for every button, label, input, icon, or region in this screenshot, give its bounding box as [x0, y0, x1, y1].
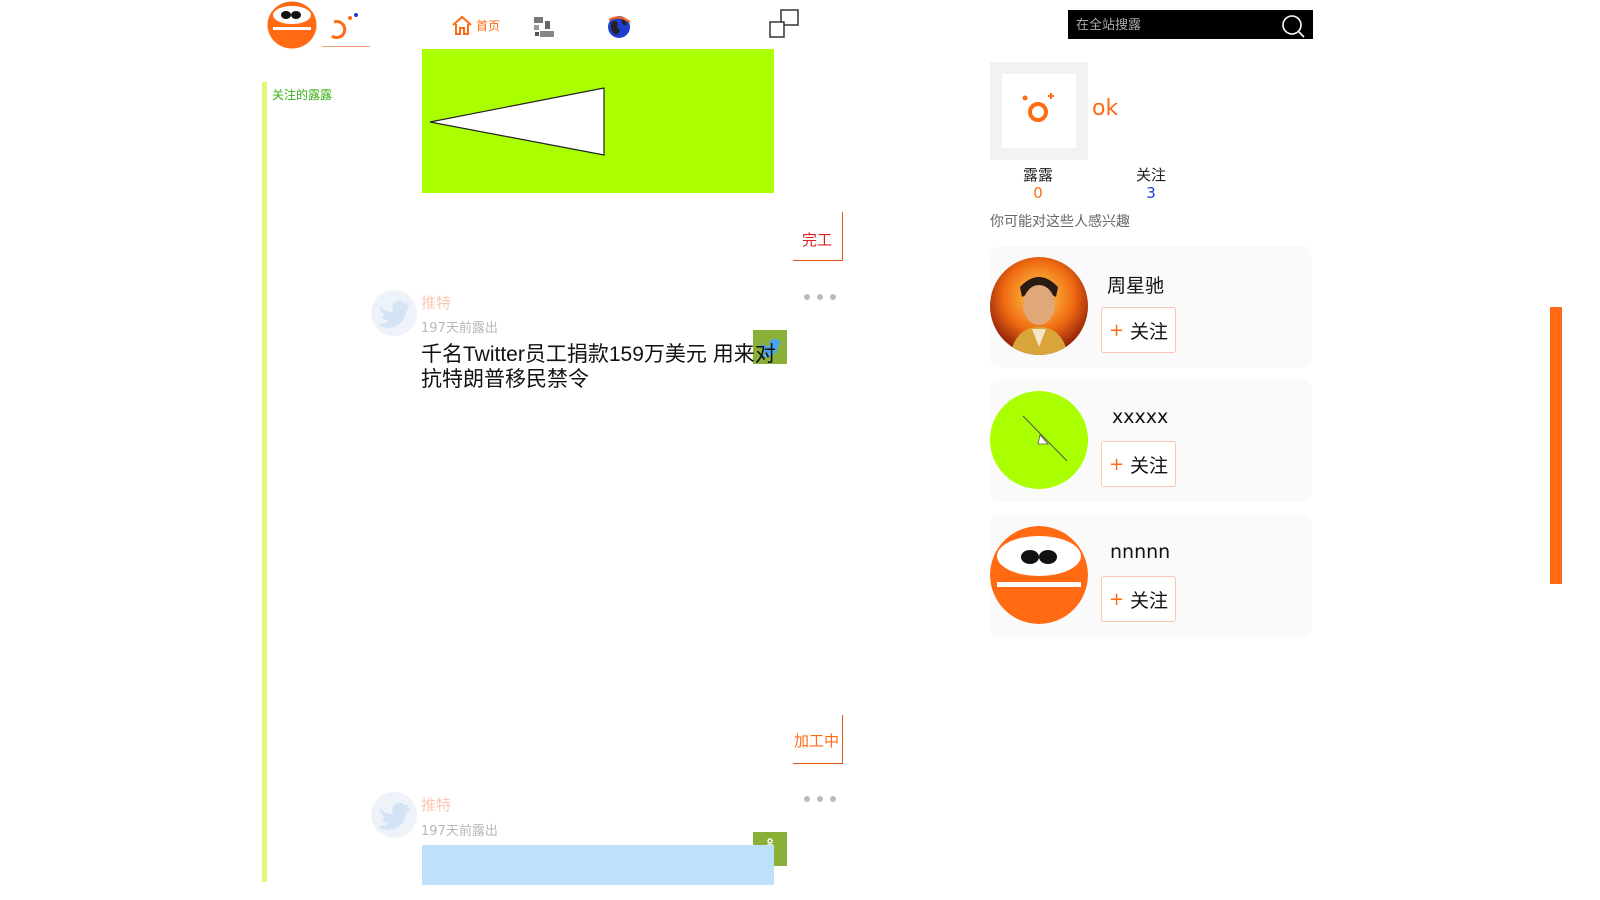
post-image[interactable]	[422, 49, 774, 193]
status-tag-done[interactable]: 完工	[793, 212, 843, 261]
post-time: 197天前露出	[421, 824, 498, 839]
suggestion-name[interactable]: 周星驰	[1107, 271, 1164, 298]
follow-button[interactable]: + 关注	[1101, 576, 1176, 622]
nav-home[interactable]: 首页	[451, 14, 500, 36]
site-logo[interactable]	[267, 1, 317, 49]
status-tag-done-label: 完工	[802, 231, 833, 249]
author-avatar[interactable]	[371, 290, 417, 336]
suggestion-card: 周星驰 + 关注	[990, 246, 1312, 368]
profile-name[interactable]: ok	[1092, 96, 1118, 121]
photo-avatar[interactable]	[990, 257, 1088, 355]
follow-button-label: 关注	[1130, 320, 1169, 343]
status-tag-processing-label: 加工中	[794, 732, 840, 750]
stat-posts[interactable]: 露露 0	[1008, 164, 1068, 201]
twitter-bird-icon	[378, 300, 410, 328]
stat-following[interactable]: 关注 3	[1121, 164, 1181, 201]
search-icon[interactable]	[1281, 14, 1305, 38]
scrollbar-thumb[interactable]	[1550, 307, 1562, 584]
author-avatar[interactable]	[371, 792, 417, 838]
sidebar-rail	[262, 82, 267, 882]
post-time: 197天前露出	[421, 321, 498, 336]
plus-icon: +	[1108, 588, 1125, 610]
twitter-bird-icon	[378, 802, 410, 830]
post-title[interactable]: 千名Twitter员工捐款159万美元 用来对抗特朗普移民禁令	[421, 342, 781, 392]
brand-mark-icon	[1022, 93, 1054, 122]
post-image[interactable]	[422, 845, 774, 885]
suggestion-card: nnnnn + 关注	[990, 515, 1312, 637]
suggestion-card: xxxxx + 关注	[990, 380, 1312, 502]
stat-value: 0	[1033, 184, 1043, 202]
home-icon	[452, 15, 472, 35]
orange-face-avatar[interactable]	[990, 526, 1088, 624]
globe-icon[interactable]	[606, 14, 632, 40]
nav-home-label: 首页	[476, 18, 501, 33]
search-bar	[1068, 10, 1313, 39]
apps-grid-icon[interactable]	[533, 16, 555, 38]
sidebar-item-followed[interactable]: 关注的露露	[272, 86, 332, 103]
post-author[interactable]: 推特	[421, 794, 451, 815]
post-author[interactable]: 推特	[421, 292, 451, 313]
stat-label: 关注	[1135, 166, 1166, 184]
status-tag-processing[interactable]: 加工中	[793, 715, 843, 764]
follow-button-label: 关注	[1130, 454, 1169, 477]
follow-button-label: 关注	[1130, 589, 1169, 612]
suggestions-title: 你可能对这些人感兴趣	[990, 214, 1130, 230]
suggestion-name[interactable]: nnnnn	[1110, 541, 1170, 563]
search-input[interactable]	[1074, 14, 1278, 36]
stat-value: 3	[1146, 184, 1156, 202]
stat-label: 露露	[1022, 166, 1053, 184]
more-options-icon[interactable]	[804, 292, 838, 302]
brand-mark-icon	[322, 6, 370, 47]
suggestion-name[interactable]: xxxxx	[1112, 406, 1168, 428]
green-circle-avatar[interactable]	[990, 391, 1088, 489]
plus-icon: +	[1108, 453, 1125, 475]
window-toggle-icon[interactable]	[768, 9, 800, 39]
follow-button[interactable]: + 关注	[1101, 441, 1176, 487]
profile-avatar[interactable]	[990, 62, 1088, 160]
plus-icon: +	[1108, 319, 1125, 341]
more-options-icon[interactable]	[804, 794, 838, 804]
follow-button[interactable]: + 关注	[1101, 307, 1176, 353]
